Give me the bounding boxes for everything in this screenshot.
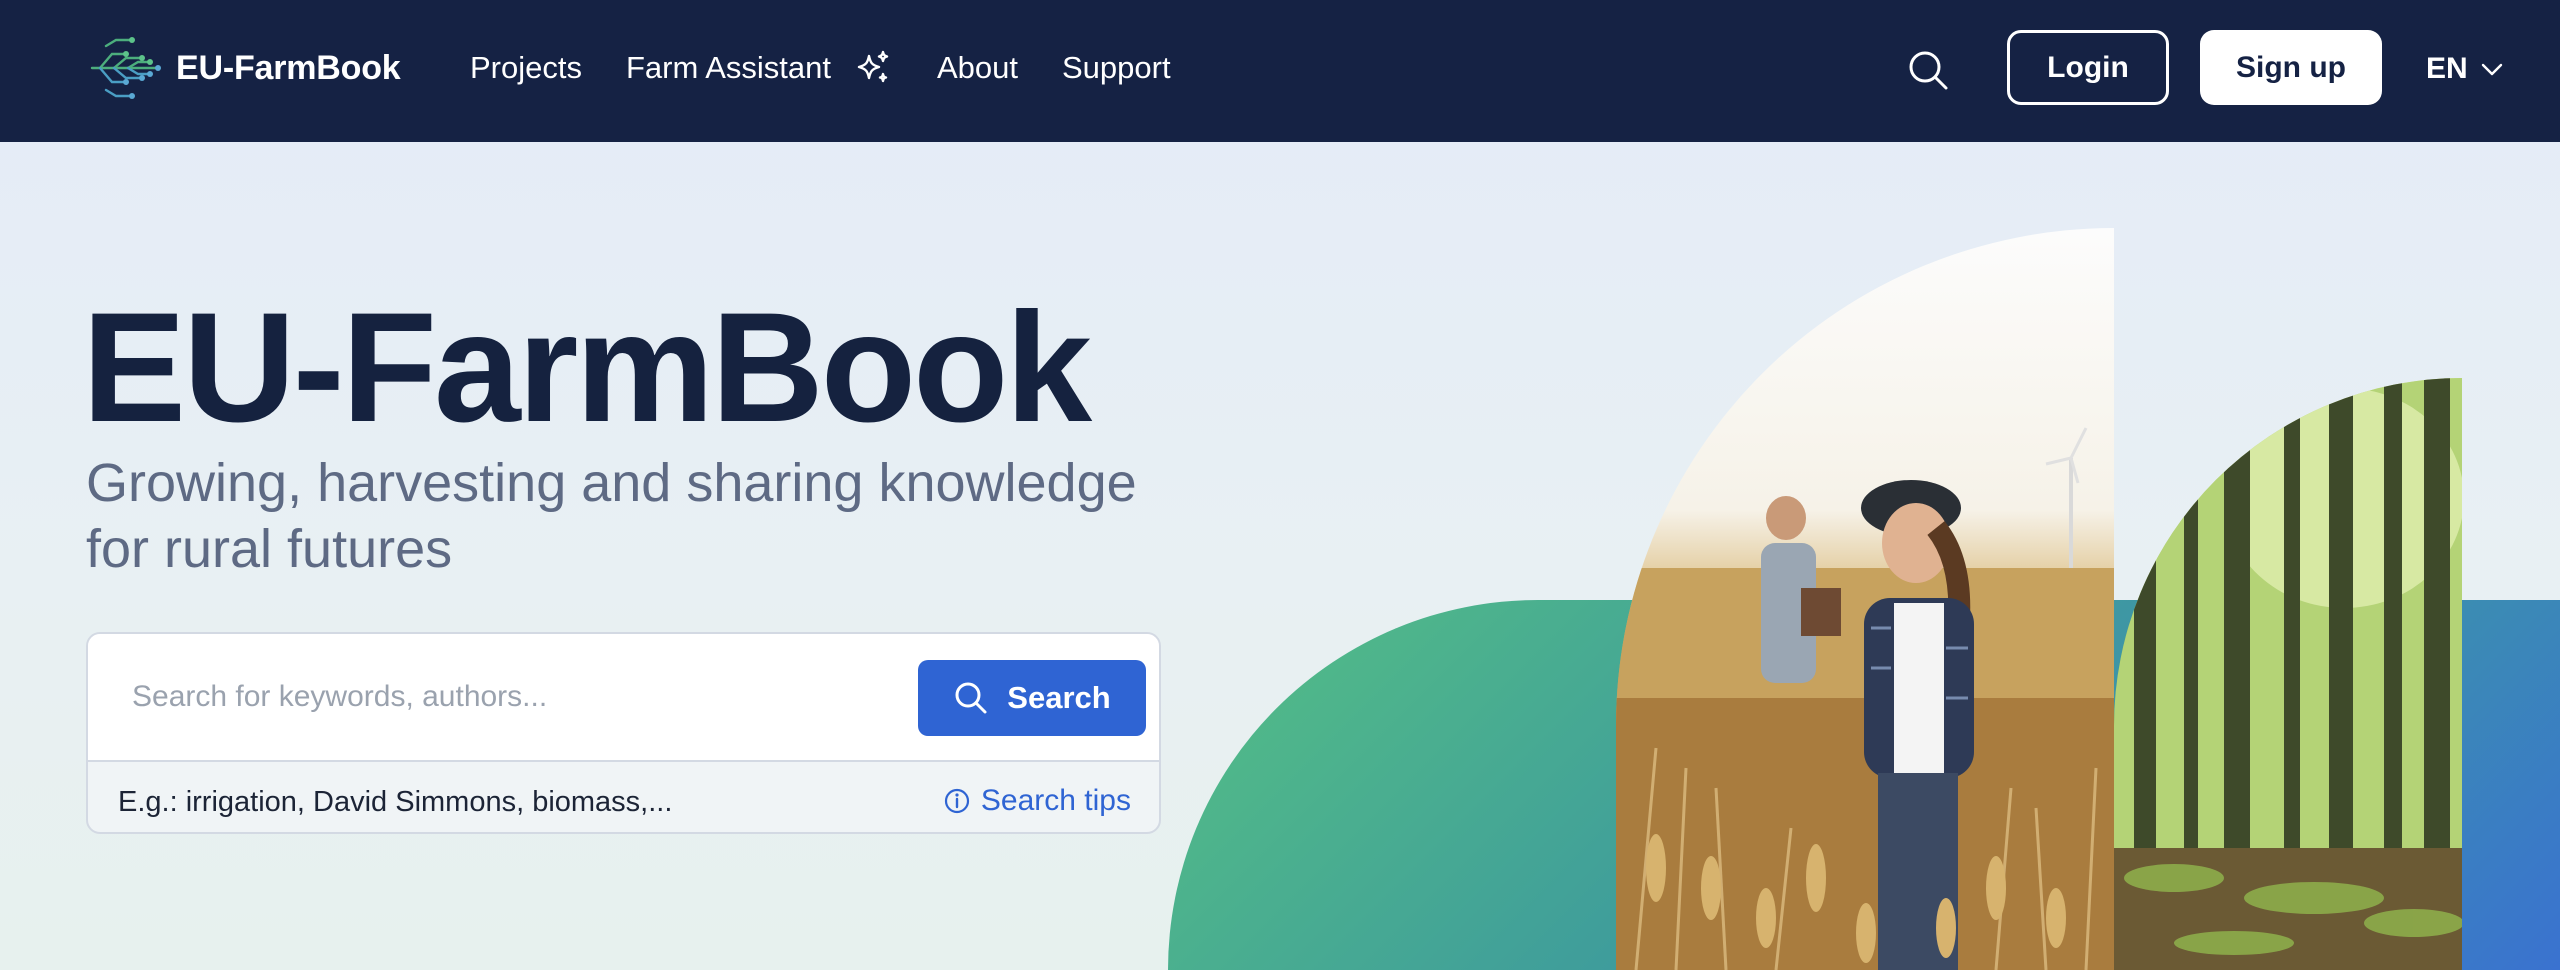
brand-name: EU-FarmBook xyxy=(176,48,401,87)
search-button[interactable]: Search xyxy=(918,660,1146,736)
search-button-label: Search xyxy=(1007,680,1111,715)
forest-illustration xyxy=(2114,378,2462,970)
nav-farm-assistant[interactable]: Farm Assistant xyxy=(626,50,831,86)
signup-button[interactable]: Sign up xyxy=(2200,30,2382,105)
nav-projects[interactable]: Projects xyxy=(470,50,582,86)
language-selector[interactable]: EN xyxy=(2426,46,2504,92)
search-tips-label: Search tips xyxy=(980,784,1131,817)
search-row: Search xyxy=(88,634,1159,762)
hero-subtitle: Growing, harvesting and sharing knowledg… xyxy=(86,453,1137,579)
search-icon[interactable] xyxy=(1906,48,1950,92)
main-nav: Projects Farm Assistant About Support xyxy=(470,44,1171,92)
search-tips-link[interactable]: Search tips xyxy=(943,784,1131,818)
hero-title: EU-FarmBook xyxy=(82,281,1092,455)
tree-circuit-logo xyxy=(90,37,161,99)
chevron-down-icon xyxy=(2481,63,2502,76)
search-icon xyxy=(955,682,987,714)
nav-about[interactable]: About xyxy=(937,50,1018,86)
sparkle-icon[interactable] xyxy=(853,48,893,88)
brand-home-link[interactable]: EU-FarmBook xyxy=(86,36,401,100)
nav-support[interactable]: Support xyxy=(1062,50,1171,86)
top-navigation-bar: EU-FarmBook Projects Farm Assistant Abou… xyxy=(0,0,2560,142)
forest-photo xyxy=(2114,378,2462,970)
nav-farm-assistant-group: Farm Assistant xyxy=(626,48,893,88)
wheat-field-illustration xyxy=(1616,427,2114,970)
farmers-wheat-field-photo xyxy=(1616,228,2114,970)
search-examples: E.g.: irrigation, David Simmons, biomass… xyxy=(118,786,673,818)
info-icon xyxy=(944,788,970,814)
language-label: EN xyxy=(2426,52,2468,85)
login-button[interactable]: Login xyxy=(2007,30,2169,105)
search-input[interactable] xyxy=(132,662,952,732)
search-panel: Search E.g.: irrigation, David Simmons, … xyxy=(86,632,1161,834)
